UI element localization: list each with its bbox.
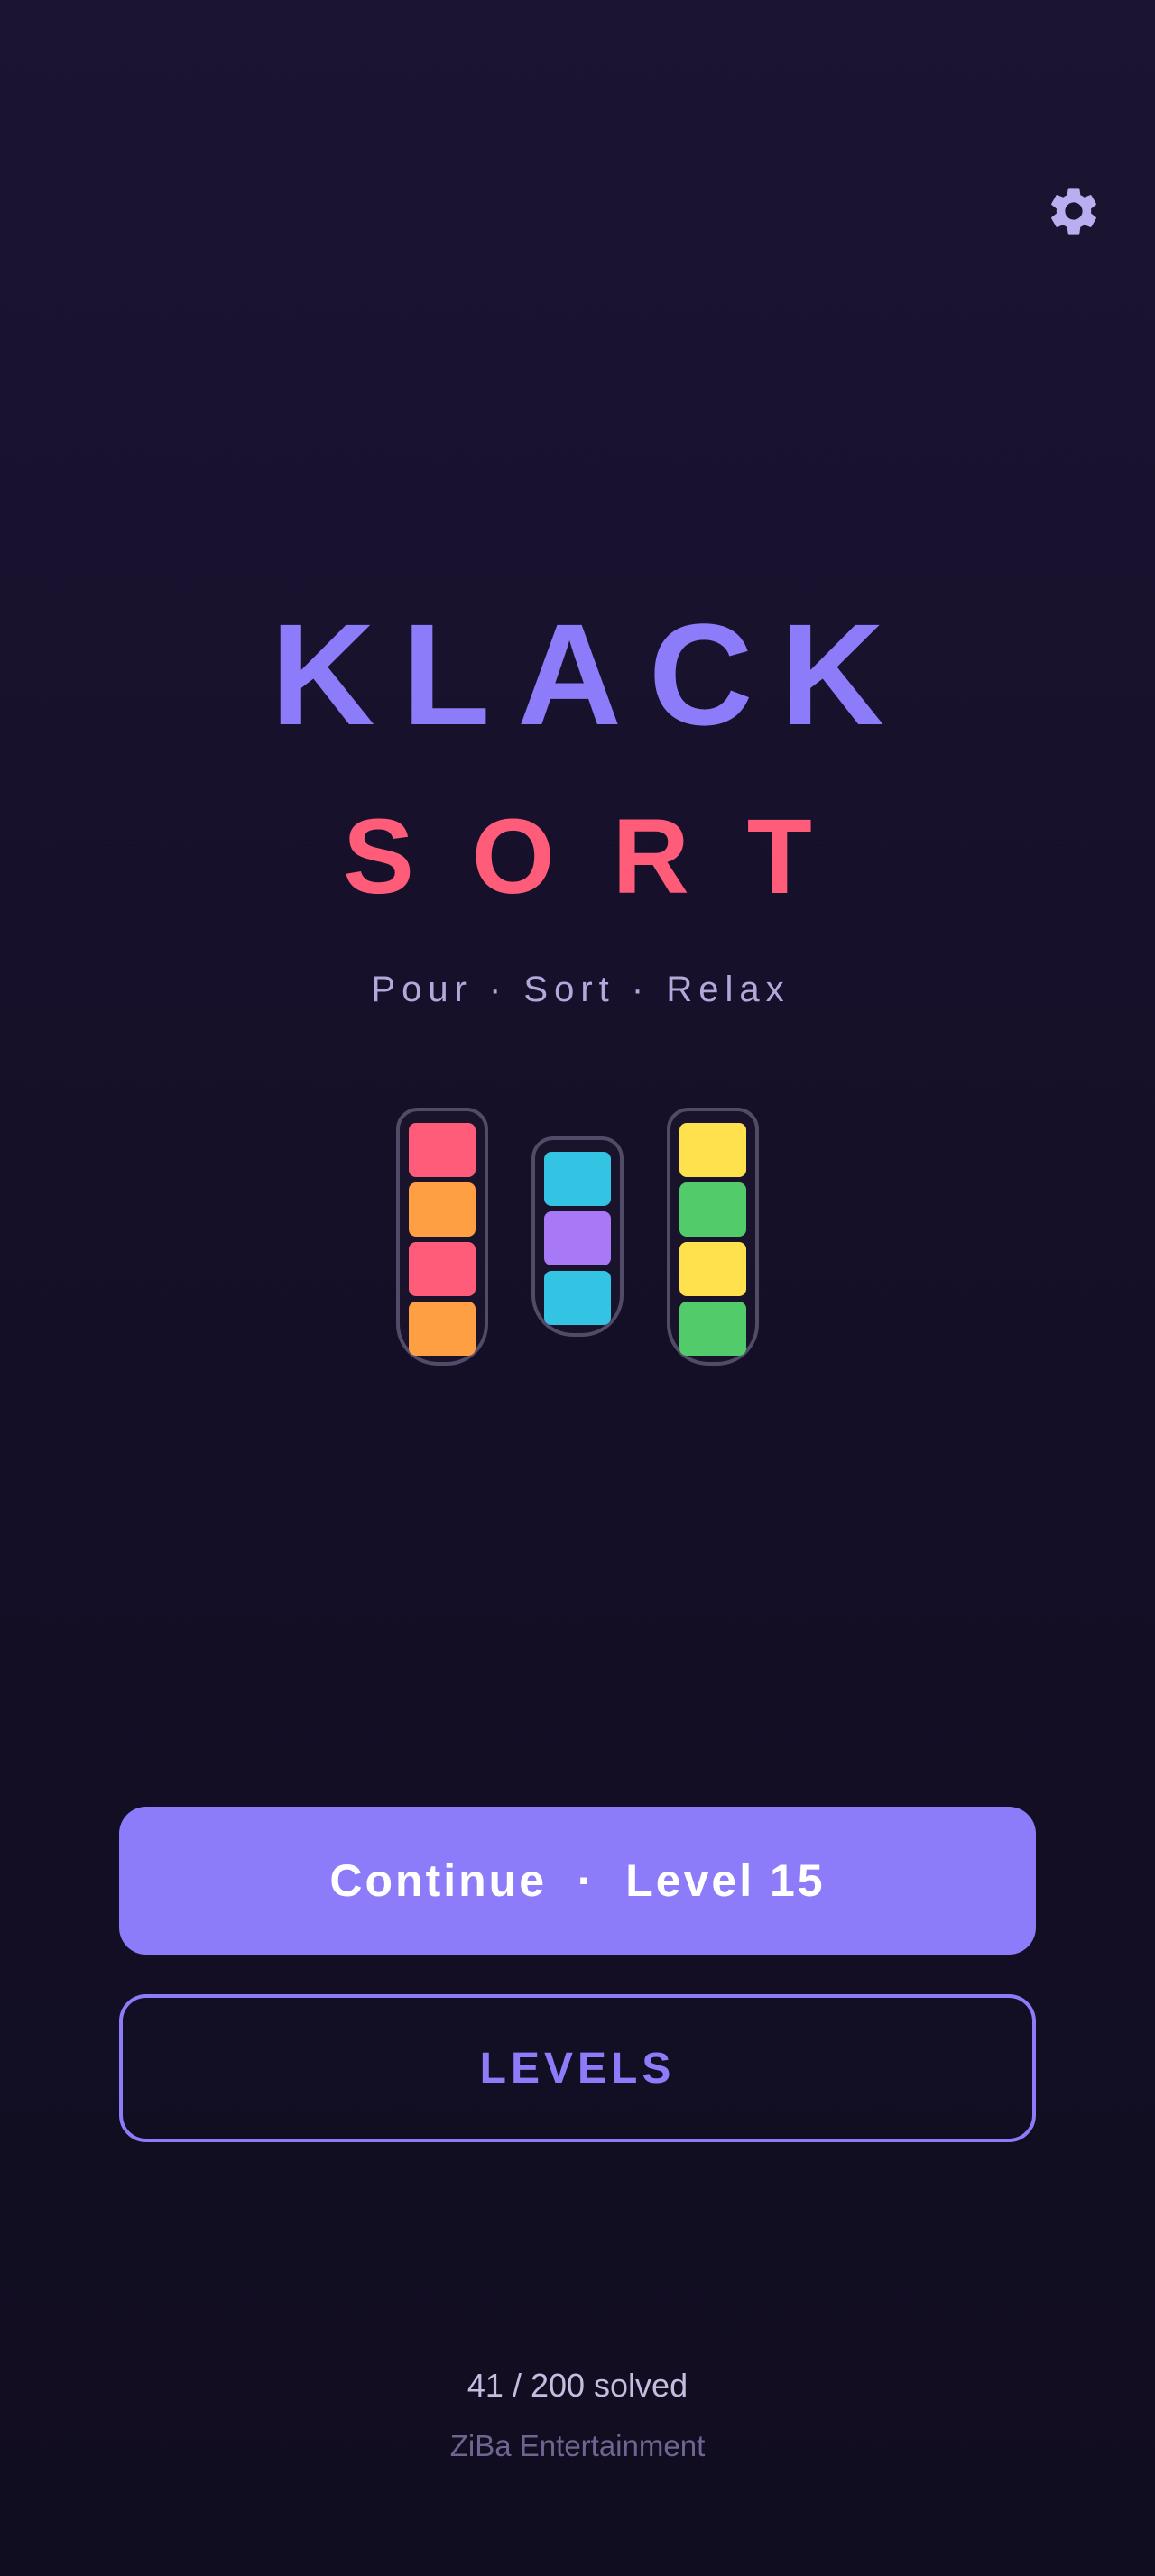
levels-button-label: LEVELS: [479, 2044, 676, 2093]
block: [679, 1123, 746, 1177]
block: [544, 1152, 611, 1206]
title-sort: SORT: [343, 797, 870, 916]
block: [409, 1302, 476, 1356]
block: [409, 1182, 476, 1237]
block: [409, 1123, 476, 1177]
tagline: Pour · Sort · Relax: [371, 970, 790, 1009]
settings-button[interactable]: [1045, 182, 1103, 240]
tube-1: [396, 1108, 488, 1366]
block: [679, 1182, 746, 1237]
block: [544, 1271, 611, 1325]
tube-2: [531, 1136, 624, 1337]
tube-3: [667, 1108, 759, 1366]
block: [679, 1242, 746, 1296]
block: [679, 1302, 746, 1356]
continue-button[interactable]: Continue · Level 15: [119, 1807, 1036, 1955]
gear-icon: [1051, 188, 1096, 235]
company-name: ZiBa Entertainment: [449, 2429, 706, 2462]
progress-text: 41 / 200 solved: [467, 2367, 688, 2404]
continue-button-label: Continue · Level 15: [329, 1855, 826, 1906]
levels-button[interactable]: LEVELS: [119, 1994, 1036, 2142]
title-klack: KLACK: [271, 593, 911, 755]
block: [409, 1242, 476, 1296]
block: [544, 1211, 611, 1265]
